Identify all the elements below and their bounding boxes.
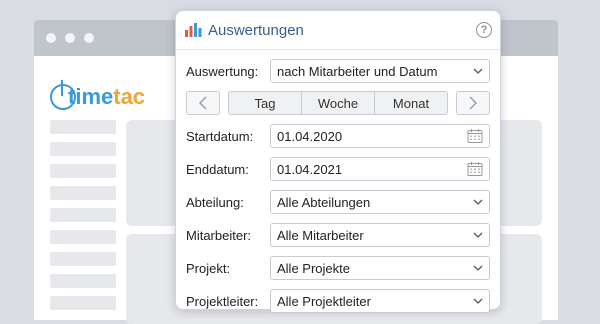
next-period-button[interactable] [456, 91, 490, 115]
calendar-icon[interactable] [467, 161, 483, 177]
field-label: Projektleiter: [186, 293, 259, 309]
sidebar-placeholder [50, 230, 116, 244]
date-value: 01.04.2020 [277, 128, 343, 144]
form-row-abteilung: Abteilung: Alle Abteilungen [186, 190, 490, 214]
field-label: Startdatum: [186, 128, 254, 144]
select-value: Alle Projektleiter [277, 293, 371, 309]
sidebar-placeholder [50, 186, 116, 200]
chevron-right-icon [469, 96, 477, 110]
clock-icon [50, 80, 76, 110]
form-row-auswertung: Auswertung: nach Mitarbeiter und Datum [186, 59, 490, 83]
form-row-projektleiter: Projektleiter: Alle Projektleiter [186, 289, 490, 313]
form-row-startdatum: Startdatum: 01.04.2020 [186, 124, 490, 148]
chevron-down-icon [473, 298, 483, 304]
start-date-input[interactable]: 01.04.2020 [270, 124, 490, 148]
form-row-enddatum: Enddatum: 01.04.2021 [186, 157, 490, 181]
previous-period-button[interactable] [186, 91, 220, 115]
dialog-title: Auswertungen [208, 21, 304, 39]
calendar-icon[interactable] [467, 128, 483, 144]
sidebar-placeholder [50, 252, 116, 266]
bar-chart-icon [185, 23, 202, 37]
form-row-mitarbeiter: Mitarbeiter: Alle Mitarbeiter [186, 223, 490, 247]
tab-month[interactable]: Monat [374, 92, 447, 114]
project-select[interactable]: Alle Projekte [270, 256, 490, 280]
select-value: Alle Mitarbeiter [277, 227, 364, 243]
help-icon[interactable]: ? [476, 22, 492, 38]
department-select[interactable]: Alle Abteilungen [270, 190, 490, 214]
chevron-down-icon [473, 232, 483, 238]
chevron-down-icon [473, 265, 483, 271]
period-tabs: Tag Woche Monat [228, 91, 448, 115]
auswertung-select[interactable]: nach Mitarbeiter und Datum [270, 59, 490, 83]
chevron-down-icon [473, 199, 483, 205]
window-dot-icon [46, 33, 56, 43]
select-value: nach Mitarbeiter und Datum [277, 63, 438, 79]
window-dot-icon [65, 33, 75, 43]
timetac-logo: time tac [50, 80, 146, 112]
field-label: Abteilung: [186, 194, 244, 210]
chevron-down-icon [473, 68, 483, 74]
dialog-header: Auswertungen ? [176, 11, 500, 50]
tab-week[interactable]: Woche [301, 92, 374, 114]
select-value: Alle Projekte [277, 260, 350, 276]
select-value: Alle Abteilungen [277, 194, 371, 210]
period-selector: Tag Woche Monat [186, 91, 490, 115]
reports-dialog: Auswertungen ? Auswertung: nach Mitarbei… [175, 10, 501, 313]
field-label: Enddatum: [186, 161, 249, 177]
sidebar-placeholder [50, 208, 116, 222]
window-dot-icon [84, 33, 94, 43]
employee-select[interactable]: Alle Mitarbeiter [270, 223, 490, 247]
date-value: 01.04.2021 [277, 161, 343, 177]
field-label: Projekt: [186, 260, 231, 276]
form-row-projekt: Projekt: Alle Projekte [186, 256, 490, 280]
sidebar-placeholder [50, 296, 116, 310]
project-lead-select[interactable]: Alle Projektleiter [270, 289, 490, 313]
sidebar-placeholder [50, 142, 116, 156]
sidebar-placeholder [50, 120, 116, 134]
field-label: Auswertung: [186, 63, 259, 79]
sidebar-placeholder [50, 164, 116, 178]
end-date-input[interactable]: 01.04.2021 [270, 157, 490, 181]
chevron-left-icon [199, 96, 207, 110]
tab-day[interactable]: Tag [229, 92, 301, 114]
field-label: Mitarbeiter: [186, 227, 252, 243]
logo-text-tac: tac [113, 84, 146, 109]
sidebar-placeholder [50, 274, 116, 288]
